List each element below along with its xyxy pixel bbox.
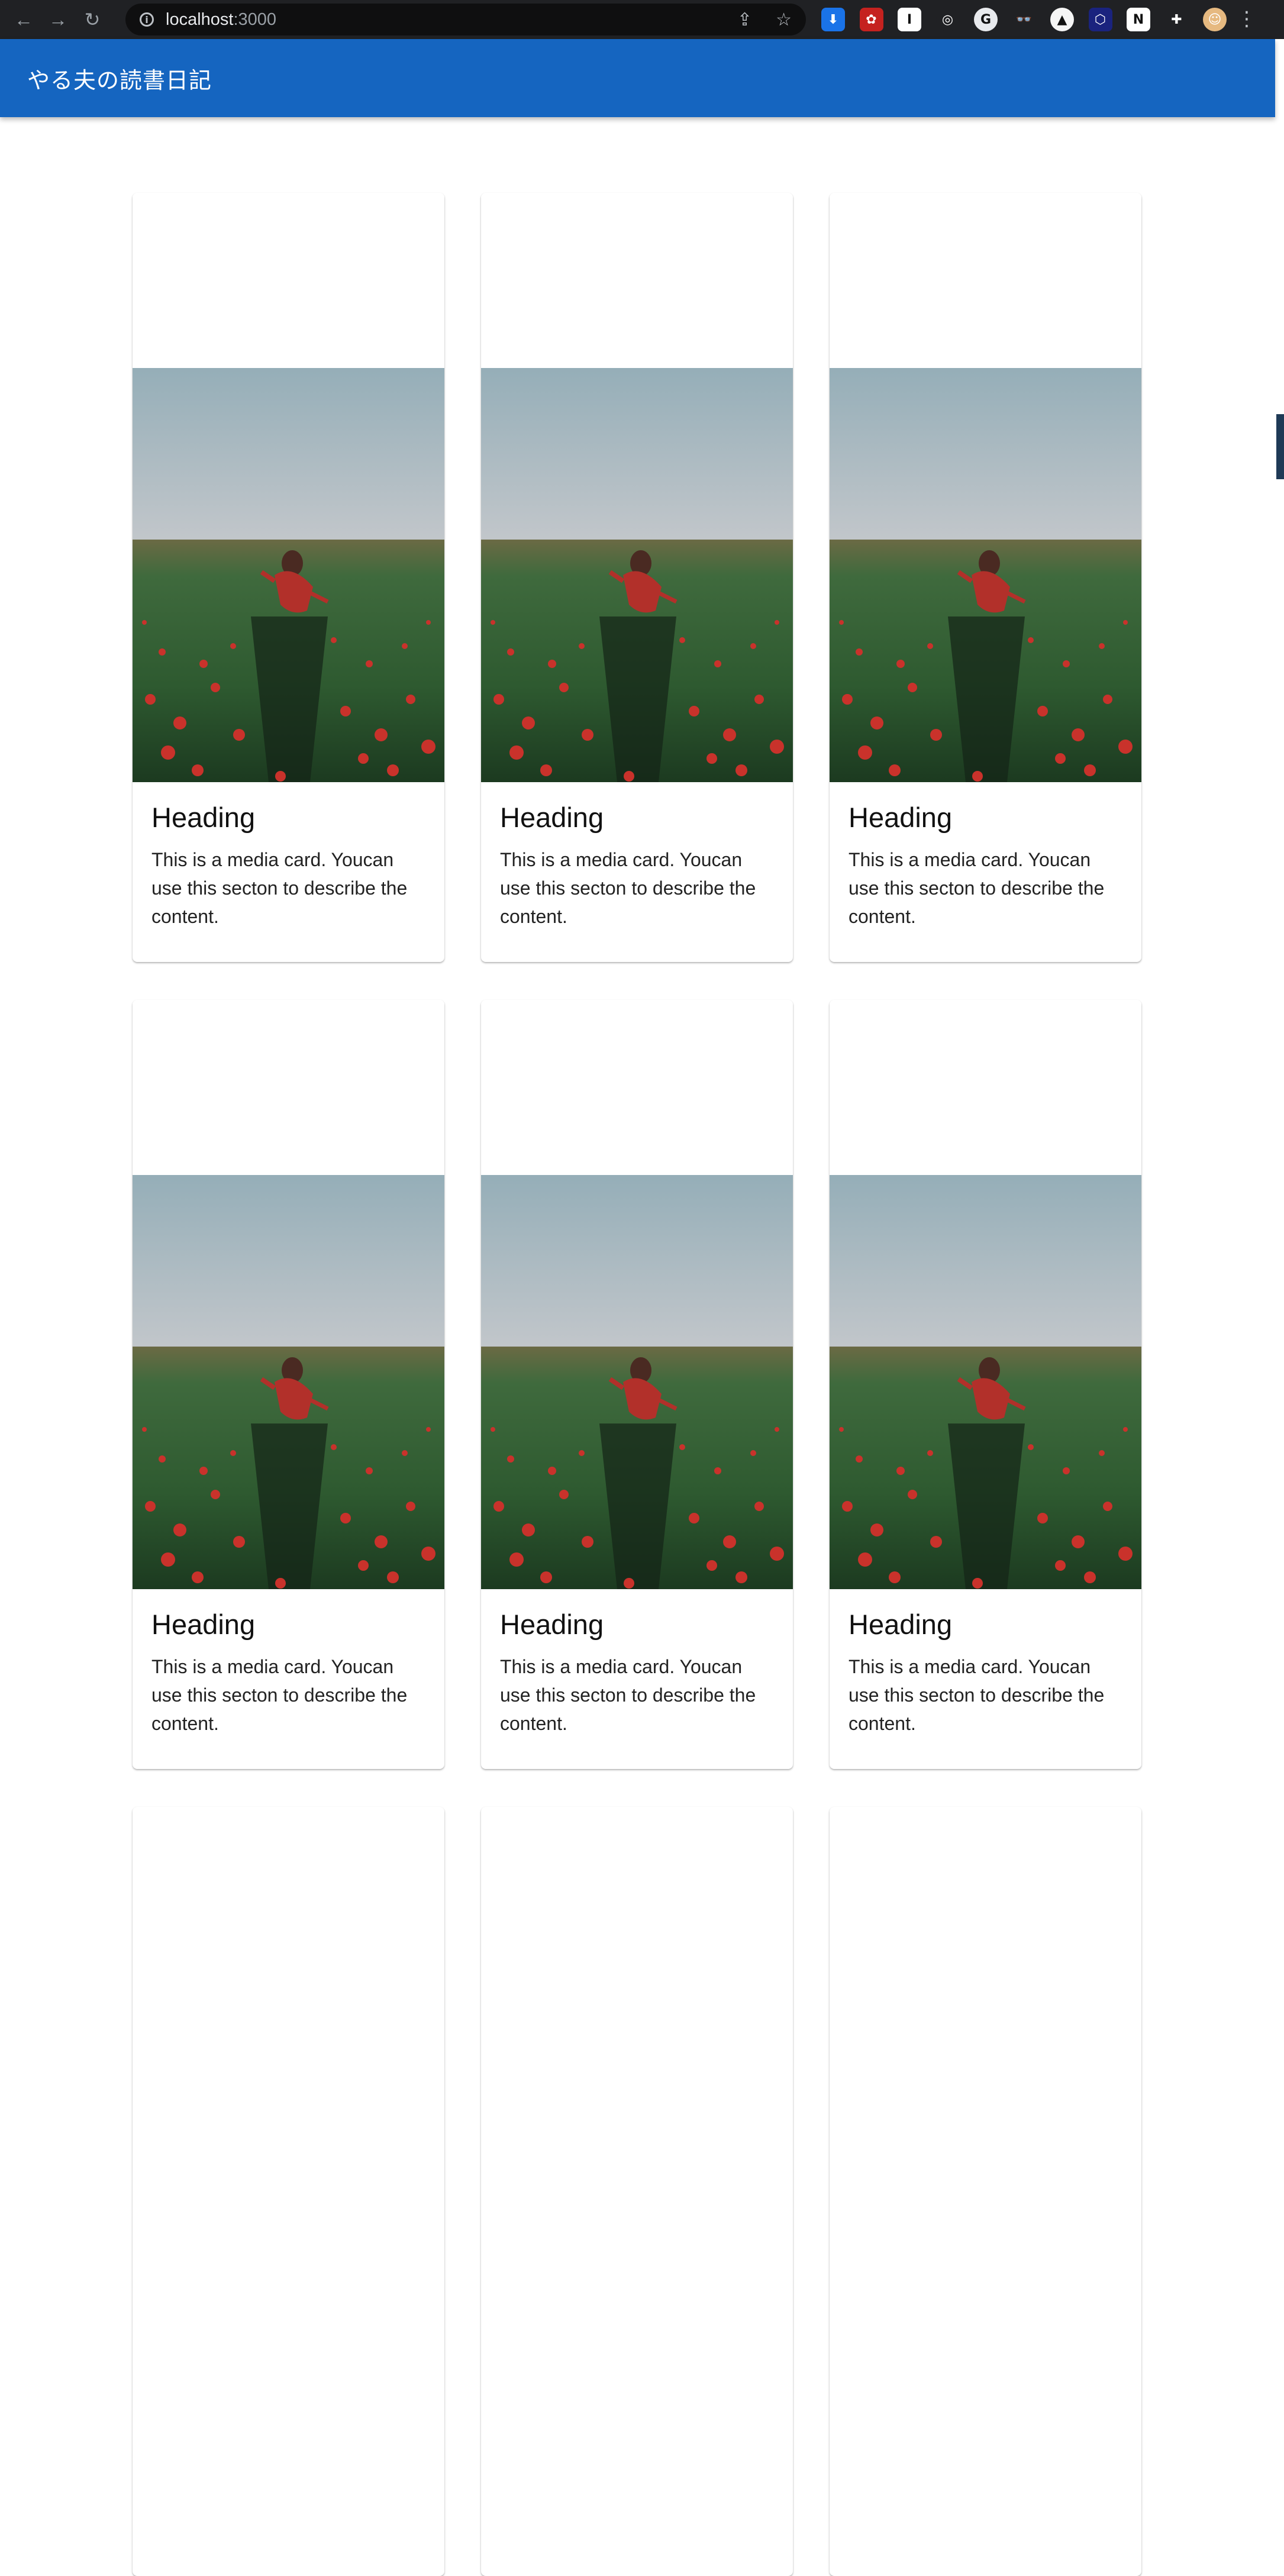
card-description: This is a media card. Youcan use this se… (500, 849, 756, 927)
card-heading: Heading (500, 1609, 604, 1640)
media-card: Heading This is a media card. Youcan use… (133, 1000, 444, 1769)
card-grid: Heading This is a media card. Youcan use… (133, 193, 1142, 2576)
card-top-space (133, 1000, 444, 1175)
card-top-space (481, 1000, 793, 1175)
grammar-extension-icon[interactable]: G (974, 8, 998, 31)
url-host: localhost (166, 9, 234, 29)
card-content: Heading This is a media card. Youcan use… (830, 1589, 1141, 1738)
card-content: Heading This is a media card. Youcan use… (133, 782, 444, 931)
media-card (133, 1807, 444, 2576)
media-card: Heading This is a media card. Youcan use… (830, 193, 1141, 962)
red-bug-extension-icon[interactable]: ✿ (859, 8, 883, 31)
poppy-field-image (830, 368, 1141, 782)
download-extension-icon[interactable]: ⬇ (821, 8, 845, 31)
card-heading: Heading (849, 802, 953, 833)
scrollbar-thumb[interactable] (1276, 414, 1284, 479)
card-description: This is a media card. Youcan use this se… (500, 1656, 756, 1734)
poppy-field-image (481, 1175, 793, 1589)
bookmark-star-icon[interactable]: ☆ (776, 9, 792, 30)
address-bar[interactable]: i localhost:3000 ⇪ ☆ (125, 4, 806, 35)
site-info-icon[interactable]: i (140, 12, 154, 27)
card-heading: Heading (151, 1609, 256, 1640)
card-description: This is a media card. Youcan use this se… (151, 1656, 408, 1734)
card-content: Heading This is a media card. Youcan use… (481, 1589, 793, 1738)
poppy-field-image (830, 1175, 1141, 1589)
glasses-extension-icon[interactable]: 👓 (1012, 8, 1036, 31)
media-card: Heading This is a media card. Youcan use… (133, 193, 444, 962)
card-heading: Heading (500, 802, 604, 833)
poppy-field-image (481, 368, 793, 782)
extensions-bar: ⬇ ✿ I ◎ G 👓 ▲ ⬡ N ✚ ☺ (821, 5, 1241, 34)
card-image (830, 368, 1141, 782)
card-content: Heading This is a media card. Youcan use… (481, 782, 793, 931)
card-content: Heading This is a media card. Youcan use… (133, 1589, 444, 1738)
media-card: Heading This is a media card. Youcan use… (481, 193, 793, 962)
card-image (481, 368, 793, 782)
poppy-field-image (133, 1175, 444, 1589)
hex-extension-icon[interactable]: ⬡ (1088, 8, 1112, 31)
media-card (830, 1807, 1141, 2576)
reload-icon[interactable]: ↻ (80, 8, 104, 31)
card-top-space (133, 193, 444, 368)
app-bar: やる夫の読書日記 (0, 39, 1275, 117)
browser-menu-icon[interactable]: ⋮ (1237, 7, 1257, 31)
url-port: :3000 (233, 9, 277, 29)
media-card (481, 1807, 793, 2576)
card-content: Heading This is a media card. Youcan use… (830, 782, 1141, 931)
forward-arrow-icon[interactable]: → (46, 8, 70, 31)
card-description: This is a media card. Youcan use this se… (151, 849, 408, 927)
card-image (133, 1175, 444, 1589)
app-title: やる夫の読書日記 (27, 67, 212, 93)
puzzle-extension-icon[interactable]: ✚ (1164, 8, 1189, 31)
media-card: Heading This is a media card. Youcan use… (481, 1000, 793, 1769)
notion-extension-icon[interactable]: N (1127, 8, 1150, 31)
share-icon[interactable]: ⇪ (737, 9, 752, 30)
card-image (481, 1175, 793, 1589)
card-top-space (830, 1000, 1141, 1175)
card-heading: Heading (849, 1609, 953, 1640)
card-image (133, 368, 444, 782)
media-card: Heading This is a media card. Youcan use… (830, 1000, 1141, 1769)
instapaper-extension-icon[interactable]: I (898, 8, 921, 31)
card-heading: Heading (151, 802, 256, 833)
url-text: localhost:3000 (166, 10, 276, 30)
poppy-field-image (133, 368, 444, 782)
browser-toolbar: ← → ↻ i localhost:3000 ⇪ ☆ ⬇ ✿ I ◎ G 👓 ▲ ⬡ N ✚ ☺ ⋮ (0, 0, 1284, 39)
orange-extension-icon[interactable]: ▲ (1050, 8, 1074, 31)
target-extension-icon[interactable]: ◎ (935, 8, 960, 31)
back-arrow-icon[interactable]: ← (12, 8, 36, 31)
card-image (830, 1175, 1141, 1589)
card-description: This is a media card. Youcan use this se… (849, 1656, 1105, 1734)
profile-avatar[interactable]: ☺ (1203, 8, 1227, 31)
card-top-space (830, 193, 1141, 368)
card-description: This is a media card. Youcan use this se… (849, 849, 1105, 927)
card-top-space (481, 193, 793, 368)
